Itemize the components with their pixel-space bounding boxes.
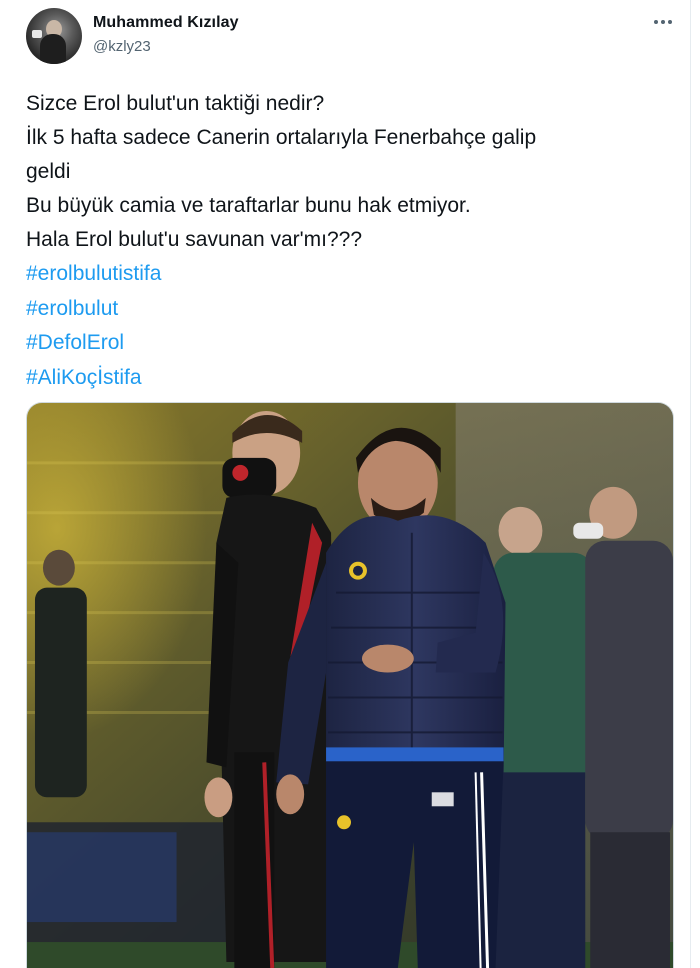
tweet-text: Sizce Erol bulut'un taktiği nedir? İlk 5… — [26, 87, 676, 395]
tweet-line: Sizce Erol bulut'un taktiği nedir? — [26, 92, 325, 115]
tweet-line: Hala Erol bulut'u savunan var'mı??? — [26, 228, 363, 251]
hashtag-link-alikocistifa[interactable]: #AliKoçİstifa — [26, 361, 142, 396]
photo-illustration — [27, 403, 673, 968]
avatar[interactable] — [26, 8, 82, 64]
hashtag-link-erolbulutistifa[interactable]: #erolbulutistifa — [26, 257, 161, 292]
tweet-line: Bu büyük camia ve taraftarlar bunu hak e… — [26, 194, 471, 217]
tweet-line: İlk 5 hafta sadece Canerin ortalarıyla F… — [26, 126, 537, 149]
tweet-line: geldi — [26, 160, 71, 183]
divider — [690, 0, 691, 968]
tweet-photo[interactable] — [26, 402, 674, 968]
more-options-icon[interactable] — [652, 14, 674, 30]
hashtag-link-defolerol[interactable]: #DefolErol — [26, 326, 124, 361]
author-display-name[interactable]: Muhammed Kızılay — [93, 14, 239, 32]
tweet-card: Muhammed Kızılay @kzly23 Sizce Erol bulu… — [0, 0, 700, 968]
hashtag-link-erolbulut[interactable]: #erolbulut — [26, 292, 118, 327]
author-handle[interactable]: @kzly23 — [93, 38, 151, 55]
